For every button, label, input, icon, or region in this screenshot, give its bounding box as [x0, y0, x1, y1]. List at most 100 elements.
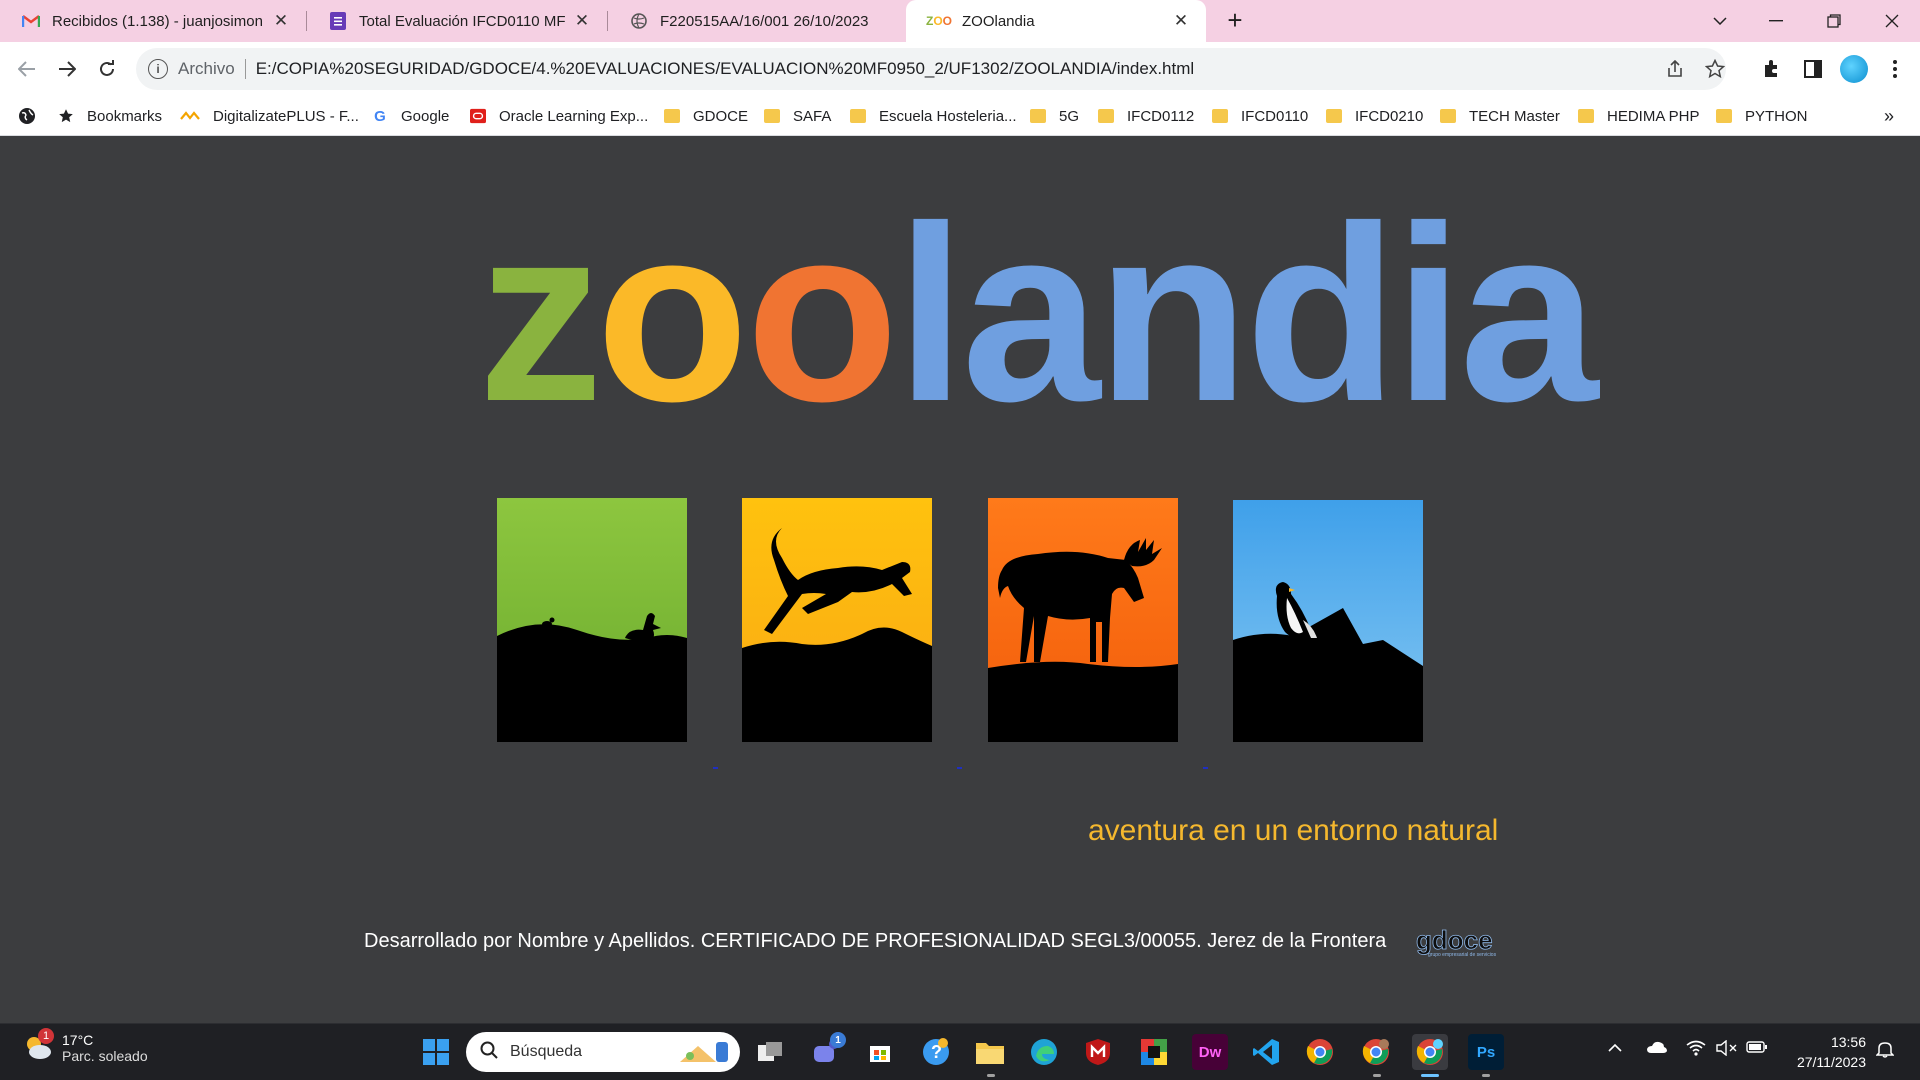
bookmark-folder-safa[interactable]: SAFA — [764, 96, 831, 136]
battery-icon[interactable] — [1746, 1040, 1768, 1059]
chrome-icon[interactable] — [1302, 1034, 1338, 1070]
notifications-bell-icon[interactable] — [1875, 1040, 1895, 1063]
gdoce-logo[interactable]: gdoce grupo empresarial de servicios — [1416, 925, 1532, 959]
tab-gmail[interactable]: Recibidos (1.138) - juanjosimon@ ✕ — [0, 0, 306, 42]
close-window-button[interactable] — [1864, 0, 1920, 42]
bookmarks-bar: Bookmarks DigitalizatePLUS - F... G Goog… — [0, 96, 1920, 136]
folder-icon — [1440, 109, 1456, 123]
wifi-icon[interactable] — [1686, 1040, 1706, 1061]
bookmark-label: Oracle Learning Exp... — [499, 107, 649, 125]
bookmark-folder-hedima-php[interactable]: HEDIMA PHP — [1578, 96, 1700, 136]
taskbar-search[interactable]: Búsqueda — [466, 1032, 740, 1072]
animal-card-moose[interactable] — [988, 498, 1178, 742]
close-tab-icon[interactable]: ✕ — [571, 10, 593, 32]
animal-card-penguin[interactable] — [1233, 500, 1423, 742]
search-icon — [480, 1041, 498, 1064]
dreamweaver-icon[interactable]: Dw — [1192, 1034, 1228, 1070]
task-view-icon[interactable] — [752, 1034, 788, 1070]
bookmark-label: Bookmarks — [87, 107, 163, 125]
bookmark-label: SAFA — [793, 107, 832, 125]
vscode-icon[interactable] — [1248, 1034, 1284, 1070]
bookmark-folder-gdoce[interactable]: GDOCE — [664, 96, 748, 136]
info-icon[interactable]: i — [148, 59, 168, 79]
running-indicator — [987, 1074, 995, 1077]
tab-title: Total Evaluación IFCD0110 MF09 — [359, 12, 565, 30]
onedrive-icon[interactable] — [1646, 1040, 1668, 1059]
running-indicator — [1482, 1074, 1490, 1077]
close-tab-icon[interactable]: ✕ — [1170, 10, 1192, 32]
new-tab-button[interactable]: + — [1220, 6, 1250, 36]
bookmark-oracle[interactable]: Oracle Learning Exp... — [470, 96, 648, 136]
restore-button[interactable] — [1806, 0, 1862, 42]
share-icon[interactable] — [1664, 58, 1686, 80]
taskbar-clock[interactable]: 13:56 27/11/2023 — [1786, 1032, 1866, 1072]
globe-shortcut[interactable] — [18, 96, 49, 136]
folder-icon — [1716, 109, 1732, 123]
weather-temperature: 17°C — [62, 1032, 94, 1048]
teams-icon[interactable]: 1 — [808, 1032, 846, 1070]
gdoce-logo-tagline: grupo empresarial de servicios — [1428, 952, 1497, 958]
help-icon[interactable]: ? — [918, 1034, 954, 1070]
bookmark-label: IFCD0210 — [1355, 107, 1424, 125]
bookmark-folder-escuela[interactable]: Escuela Hosteleria... — [850, 96, 1017, 136]
bookmark-digitalizate[interactable]: DigitalizatePLUS - F... — [180, 96, 359, 136]
animal-card-cheetah[interactable] — [742, 498, 932, 742]
minimize-button[interactable] — [1748, 0, 1804, 42]
bookmark-label: IFCD0112 — [1127, 107, 1195, 125]
volume-muted-icon[interactable] — [1716, 1039, 1738, 1061]
bookmark-folder-ifcd0110[interactable]: IFCD0110 — [1212, 96, 1308, 136]
bookmark-folder-python[interactable]: PYTHON — [1716, 96, 1808, 136]
bookmark-folder-5g[interactable]: 5G — [1030, 96, 1079, 136]
forward-button[interactable] — [52, 54, 82, 84]
search-highlight-icon — [676, 1038, 732, 1071]
photoshop-icon[interactable]: Ps — [1468, 1034, 1504, 1070]
url-text[interactable]: E:/COPIA%20SEGURIDAD/GDOCE/4.%20EVALUACI… — [256, 59, 1195, 79]
chrome-active-icon[interactable] — [1412, 1034, 1448, 1070]
url-divider — [244, 59, 246, 79]
color-grid-app-icon[interactable] — [1136, 1034, 1172, 1070]
bookmark-bookmarks[interactable]: Bookmarks — [58, 96, 162, 136]
tab-f220515[interactable]: F220515AA/16/001 26/10/2023 — [608, 0, 906, 42]
chrome-menu-icon[interactable] — [1882, 56, 1908, 82]
chrome-profile-icon[interactable] — [1358, 1034, 1394, 1070]
tab-title: ZOOlandia — [962, 12, 1035, 30]
slogan-text: aventura en un entorno natural — [1088, 814, 1499, 847]
tab-zoolandia[interactable]: ZOO ZOOlandia ✕ — [906, 0, 1206, 42]
more-bookmarks-button[interactable]: » — [1884, 96, 1894, 136]
bookmark-folder-ifcd0210[interactable]: IFCD0210 — [1326, 96, 1423, 136]
weather-description: Parc. soleado — [62, 1048, 148, 1064]
bookmark-folder-tech-master[interactable]: TECH Master — [1440, 96, 1560, 136]
digitalizate-icon — [180, 109, 200, 123]
extensions-icon[interactable] — [1758, 56, 1784, 82]
link-underline[interactable] — [1203, 767, 1208, 769]
animal-card-birds[interactable] — [497, 498, 687, 742]
logo-letter-o1: o — [596, 174, 749, 453]
bookmark-label: 5G — [1059, 107, 1080, 125]
start-button[interactable] — [418, 1034, 454, 1070]
folder-icon — [850, 109, 866, 123]
profile-avatar[interactable] — [1840, 55, 1868, 83]
store-icon[interactable] — [862, 1034, 898, 1070]
bookmark-folder-ifcd0112[interactable]: IFCD0112 — [1098, 96, 1194, 136]
mcafee-icon[interactable] — [1080, 1034, 1116, 1070]
folder-icon — [1212, 109, 1228, 123]
bookmark-label: GDOCE — [693, 107, 749, 125]
tab-search-icon[interactable] — [1692, 0, 1748, 42]
reload-button[interactable] — [92, 54, 122, 84]
side-panel-icon[interactable] — [1800, 56, 1826, 82]
browser-toolbar: i Archivo E:/COPIA%20SEGURIDAD/GDOCE/4.%… — [0, 42, 1920, 96]
weather-widget[interactable]: 1 17°C Parc. soleado — [22, 1028, 148, 1064]
edge-icon[interactable] — [1026, 1034, 1062, 1070]
link-underline[interactable] — [957, 767, 962, 769]
folder-icon — [764, 109, 780, 123]
tab-forms[interactable]: Total Evaluación IFCD0110 MF09 ✕ — [307, 0, 607, 42]
bookmark-google[interactable]: G Google — [372, 96, 449, 136]
clock-date: 27/11/2023 — [1796, 1054, 1866, 1070]
link-underline[interactable] — [713, 767, 718, 769]
back-button[interactable] — [12, 54, 42, 84]
file-explorer-icon[interactable] — [972, 1034, 1008, 1070]
show-hidden-icons-chevron-icon[interactable] — [1608, 1040, 1622, 1058]
close-tab-icon[interactable]: ✕ — [270, 10, 292, 32]
bookmark-star-icon[interactable] — [1704, 58, 1726, 80]
address-bar[interactable]: i Archivo E:/COPIA%20SEGURIDAD/GDOCE/4.%… — [136, 48, 1726, 90]
